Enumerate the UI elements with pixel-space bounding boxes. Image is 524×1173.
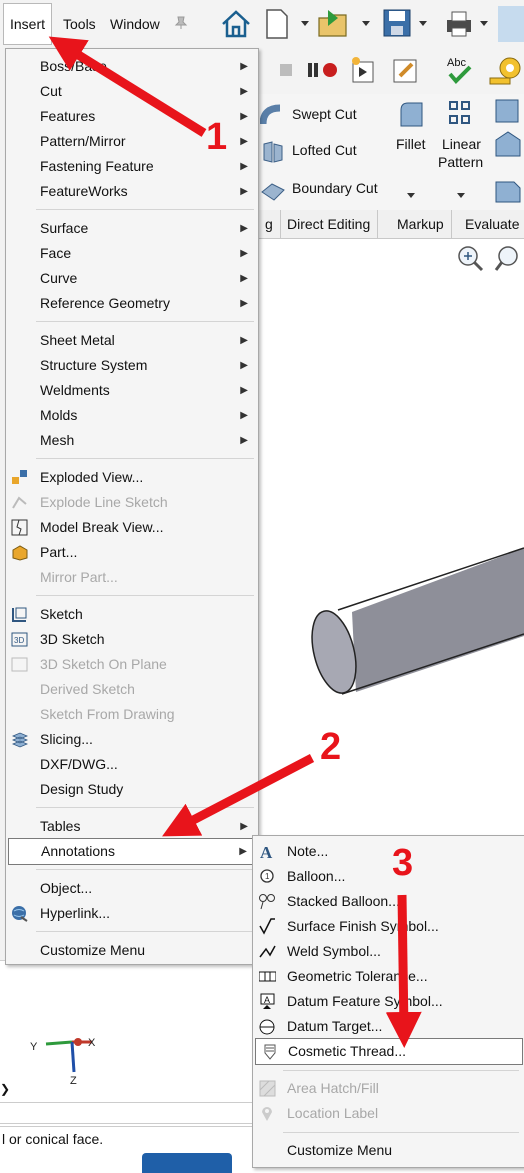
callout-arrow-1 <box>48 36 207 137</box>
callout-number-1: 1 <box>206 116 228 158</box>
callout-arrow-3 <box>385 894 422 1048</box>
callout-number-3: 3 <box>392 842 414 884</box>
annotation-arrows <box>48 36 422 1048</box>
callout-arrow-2 <box>162 754 315 837</box>
callout-number-2: 2 <box>320 726 342 768</box>
